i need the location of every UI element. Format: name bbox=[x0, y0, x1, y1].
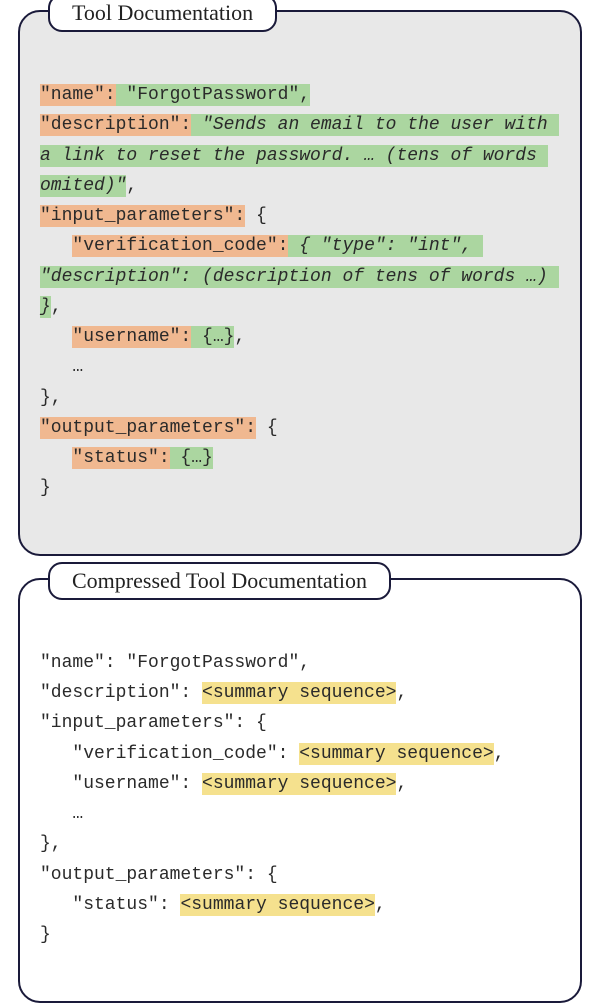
c-verif-key: "verification_code": bbox=[40, 744, 299, 764]
tool-documentation-panel: Tool Documentation "name": "ForgotPasswo… bbox=[18, 10, 582, 556]
plain-ellipsis: … bbox=[40, 357, 83, 377]
compressed-tool-documentation-panel: Compressed Tool Documentation "name": "F… bbox=[18, 578, 582, 1003]
key-description: "description": bbox=[40, 114, 191, 136]
c-username-key: "username": bbox=[40, 774, 202, 794]
summary-seq-verif: <summary sequence> bbox=[299, 743, 493, 765]
c-desc-key: "description": bbox=[40, 683, 202, 703]
code-block-top: "name": "ForgotPassword", "description":… bbox=[40, 50, 560, 534]
plain-close2: } bbox=[40, 478, 51, 498]
c-status-key: "status": bbox=[40, 895, 180, 915]
key-username: "username": bbox=[72, 326, 191, 348]
plain-brace2: { bbox=[256, 418, 278, 438]
key-output-params: "output_parameters": bbox=[40, 417, 256, 439]
plain-close1: }, bbox=[40, 388, 62, 408]
val-username: {…} bbox=[191, 326, 234, 348]
plain-brace: { bbox=[245, 206, 267, 226]
c-close2: } bbox=[40, 925, 51, 945]
key-input-params: "input_parameters": bbox=[40, 205, 245, 227]
panel-title-bottom: Compressed Tool Documentation bbox=[48, 562, 391, 600]
c-ellipsis: … bbox=[40, 804, 83, 824]
summary-seq-username: <summary sequence> bbox=[202, 773, 396, 795]
c-output-params: "output_parameters": { bbox=[40, 865, 278, 885]
c-desc-after: , bbox=[396, 683, 407, 703]
c-verif-after: , bbox=[494, 744, 505, 764]
summary-seq-status: <summary sequence> bbox=[180, 894, 374, 916]
key-status: "status": bbox=[72, 447, 169, 469]
code-block-bottom: "name": "ForgotPassword", "description":… bbox=[40, 618, 560, 981]
c-name-line: "name": "ForgotPassword", bbox=[40, 653, 310, 673]
panel-title-top: Tool Documentation bbox=[48, 0, 277, 32]
key-verification-code: "verification_code": bbox=[72, 235, 288, 257]
c-username-after: , bbox=[396, 774, 407, 794]
c-status-after: , bbox=[375, 895, 386, 915]
c-close1: }, bbox=[40, 834, 62, 854]
c-input-params: "input_parameters": { bbox=[40, 713, 267, 733]
key-name: "name": bbox=[40, 84, 116, 106]
val-status: {…} bbox=[170, 447, 213, 469]
summary-seq-desc: <summary sequence> bbox=[202, 682, 396, 704]
val-name: "ForgotPassword", bbox=[116, 84, 310, 106]
